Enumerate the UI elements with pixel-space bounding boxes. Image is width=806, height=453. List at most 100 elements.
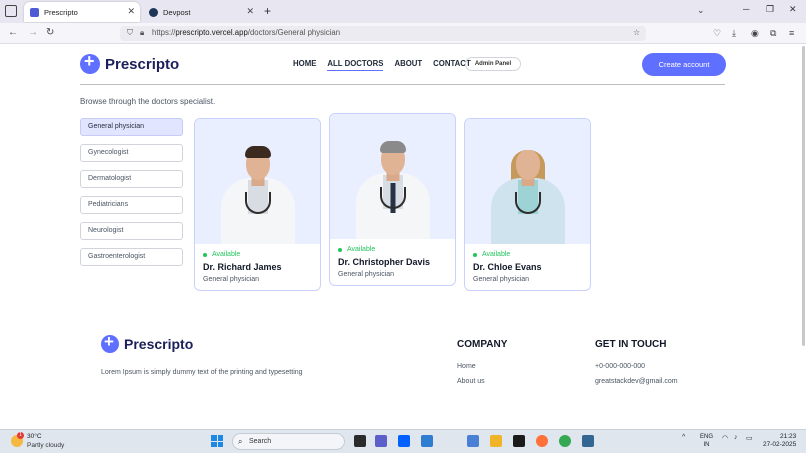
task-view-icon[interactable]	[354, 435, 366, 447]
search-label: Search	[249, 438, 272, 445]
postgres-icon[interactable]	[582, 435, 594, 447]
close-tab-icon[interactable]: ✕	[246, 6, 254, 17]
tab-prescripto[interactable]: Prescripto ✕	[24, 2, 140, 22]
brand-logo[interactable]: Prescripto	[80, 51, 180, 74]
doctor-photo	[330, 114, 455, 239]
powershell-icon[interactable]	[467, 435, 479, 447]
nav-home[interactable]: HOME	[293, 59, 316, 71]
doctor-speciality: General physician	[203, 276, 260, 283]
windows-taskbar: 1 30°C Partly cloudy ⌕ Search ^ ENG IN ◠…	[0, 429, 806, 453]
shield-icon[interactable]: ⛉	[127, 28, 133, 38]
taskbar-search[interactable]: ⌕ Search	[232, 433, 345, 450]
menu-hamburger-icon[interactable]: ≡	[789, 28, 794, 38]
contact-heading: GET IN TOUCH	[595, 339, 667, 350]
close-window-icon[interactable]: ✕	[789, 4, 797, 15]
brand-name: Prescripto	[105, 55, 180, 73]
availability-status: Available	[473, 251, 582, 258]
weather-condition[interactable]: Partly cloudy	[27, 442, 64, 449]
doctor-speciality: General physician	[338, 271, 395, 278]
devpost-favicon-icon	[149, 7, 158, 17]
teams-icon[interactable]	[375, 435, 387, 447]
footer-brand-name: Prescripto	[124, 336, 194, 352]
address-bar[interactable]: ⛉ 🔒︎ https://prescripto.vercel.app/docto…	[120, 26, 646, 41]
terminal-icon[interactable]	[513, 435, 525, 447]
doctor-card[interactable]: Available Dr. Chloe Evans General physic…	[464, 118, 591, 291]
tab-devpost[interactable]: Devpost ✕	[143, 2, 259, 22]
list-tabs-chevron-icon[interactable]: ⌄	[697, 5, 705, 16]
restore-icon[interactable]: ❐	[766, 4, 774, 15]
footer-link-home[interactable]: Home	[457, 363, 476, 370]
browser-tab-bar: Prescripto ✕ Devpost ✕ + ⌄ ─ ❐ ✕	[0, 0, 806, 23]
admin-panel-button[interactable]: Admin Panel	[465, 57, 521, 71]
extensions-icon[interactable]: ⧉	[770, 28, 776, 39]
speciality-general-physician[interactable]: General physician	[80, 118, 183, 136]
company-heading: COMPANY	[457, 339, 508, 350]
create-account-button[interactable]: Create account	[642, 53, 726, 76]
speciality-gastroenterologist[interactable]: Gastroenterologist	[80, 248, 183, 266]
reload-icon[interactable]: ↻	[46, 27, 54, 38]
footer-logo[interactable]: Prescripto	[101, 332, 194, 353]
footer-phone: +0-000-000-000	[595, 363, 646, 370]
start-windows-icon[interactable]	[211, 435, 223, 447]
doctor-card[interactable]: Available Dr. Christopher Davis General …	[329, 113, 456, 286]
downloads-icon[interactable]: ⤓	[732, 28, 736, 39]
tray-chevron-icon[interactable]: ^	[682, 434, 685, 441]
forward-icon[interactable]: →	[28, 27, 38, 38]
file-explorer-icon[interactable]	[490, 435, 502, 447]
close-tab-icon[interactable]: ✕	[127, 6, 135, 17]
search-icon: ⌕	[238, 437, 243, 446]
doctor-speciality: General physician	[473, 276, 530, 283]
logo-icon	[101, 332, 119, 353]
browser-nav-bar: ← → ↻ ⛉ 🔒︎ https://prescripto.vercel.app…	[0, 23, 806, 44]
nav-all-doctors[interactable]: ALL DOCTORS	[327, 59, 384, 71]
account-icon[interactable]: ◉	[751, 28, 759, 39]
page-content: Prescripto HOME ALL DOCTORS ABOUT CONTAC…	[0, 44, 806, 429]
firefox-icon[interactable]	[536, 435, 548, 447]
footer-email[interactable]: greatstackdev@gmail.com	[595, 378, 678, 385]
doctor-card[interactable]: Available Dr. Richard James General phys…	[194, 118, 321, 291]
url-text: https://prescripto.vercel.app/doctors/Ge…	[152, 28, 341, 37]
speciality-dermatologist[interactable]: Dermatologist	[80, 170, 183, 188]
intro-text: Browse through the doctors specialist.	[80, 97, 216, 106]
bookmark-star-icon[interactable]: ☆	[633, 28, 640, 37]
available-dot-icon	[473, 252, 477, 257]
tab-title: Devpost	[163, 7, 191, 17]
page-scrollbar[interactable]	[802, 46, 805, 346]
tab-overview-icon[interactable]	[5, 5, 17, 17]
nav-about[interactable]: ABOUT	[394, 59, 422, 71]
doctor-photo	[465, 119, 590, 244]
dropbox-icon[interactable]	[398, 435, 410, 447]
available-dot-icon	[203, 252, 207, 257]
availability-status: Available	[203, 251, 312, 258]
pocket-icon[interactable]: ♡	[713, 28, 721, 39]
availability-status: Available	[338, 246, 447, 253]
new-tab-icon[interactable]: +	[264, 4, 271, 18]
temperature[interactable]: 30°C	[27, 433, 42, 440]
clock[interactable]: 21:23 27-02-2025	[763, 433, 796, 449]
wifi-icon[interactable]: ◠	[722, 434, 728, 442]
main-nav: HOME ALL DOCTORS ABOUT CONTACT	[293, 59, 482, 71]
minimize-icon[interactable]: ─	[743, 4, 749, 14]
weather-badge: 1	[17, 432, 24, 439]
doctor-name: Dr. Richard James	[203, 262, 282, 272]
tab-title: Prescripto	[44, 7, 78, 17]
prescripto-favicon-icon	[30, 7, 39, 17]
speciality-neurologist[interactable]: Neurologist	[80, 222, 183, 240]
logo-icon	[80, 51, 100, 74]
doctor-photo	[195, 119, 320, 244]
header-divider	[80, 84, 725, 85]
lock-icon[interactable]: 🔒︎	[140, 28, 144, 38]
language-indicator[interactable]: ENG IN	[700, 433, 713, 449]
doctor-name: Dr. Christopher Davis	[338, 257, 431, 267]
speciality-gynecologist[interactable]: Gynecologist	[80, 144, 183, 162]
available-dot-icon	[338, 247, 342, 252]
footer-description: Lorem Ipsum is simply dummy text of the …	[101, 369, 303, 376]
chrome-icon[interactable]	[559, 435, 571, 447]
volume-icon[interactable]: ♪	[734, 434, 738, 441]
battery-icon[interactable]: ▭	[746, 434, 753, 442]
footer-link-about[interactable]: About us	[457, 378, 485, 385]
news-app-icon[interactable]	[421, 435, 433, 447]
doctor-name: Dr. Chloe Evans	[473, 262, 542, 272]
back-icon[interactable]: ←	[8, 27, 18, 38]
speciality-pediatricians[interactable]: Pediatricians	[80, 196, 183, 214]
